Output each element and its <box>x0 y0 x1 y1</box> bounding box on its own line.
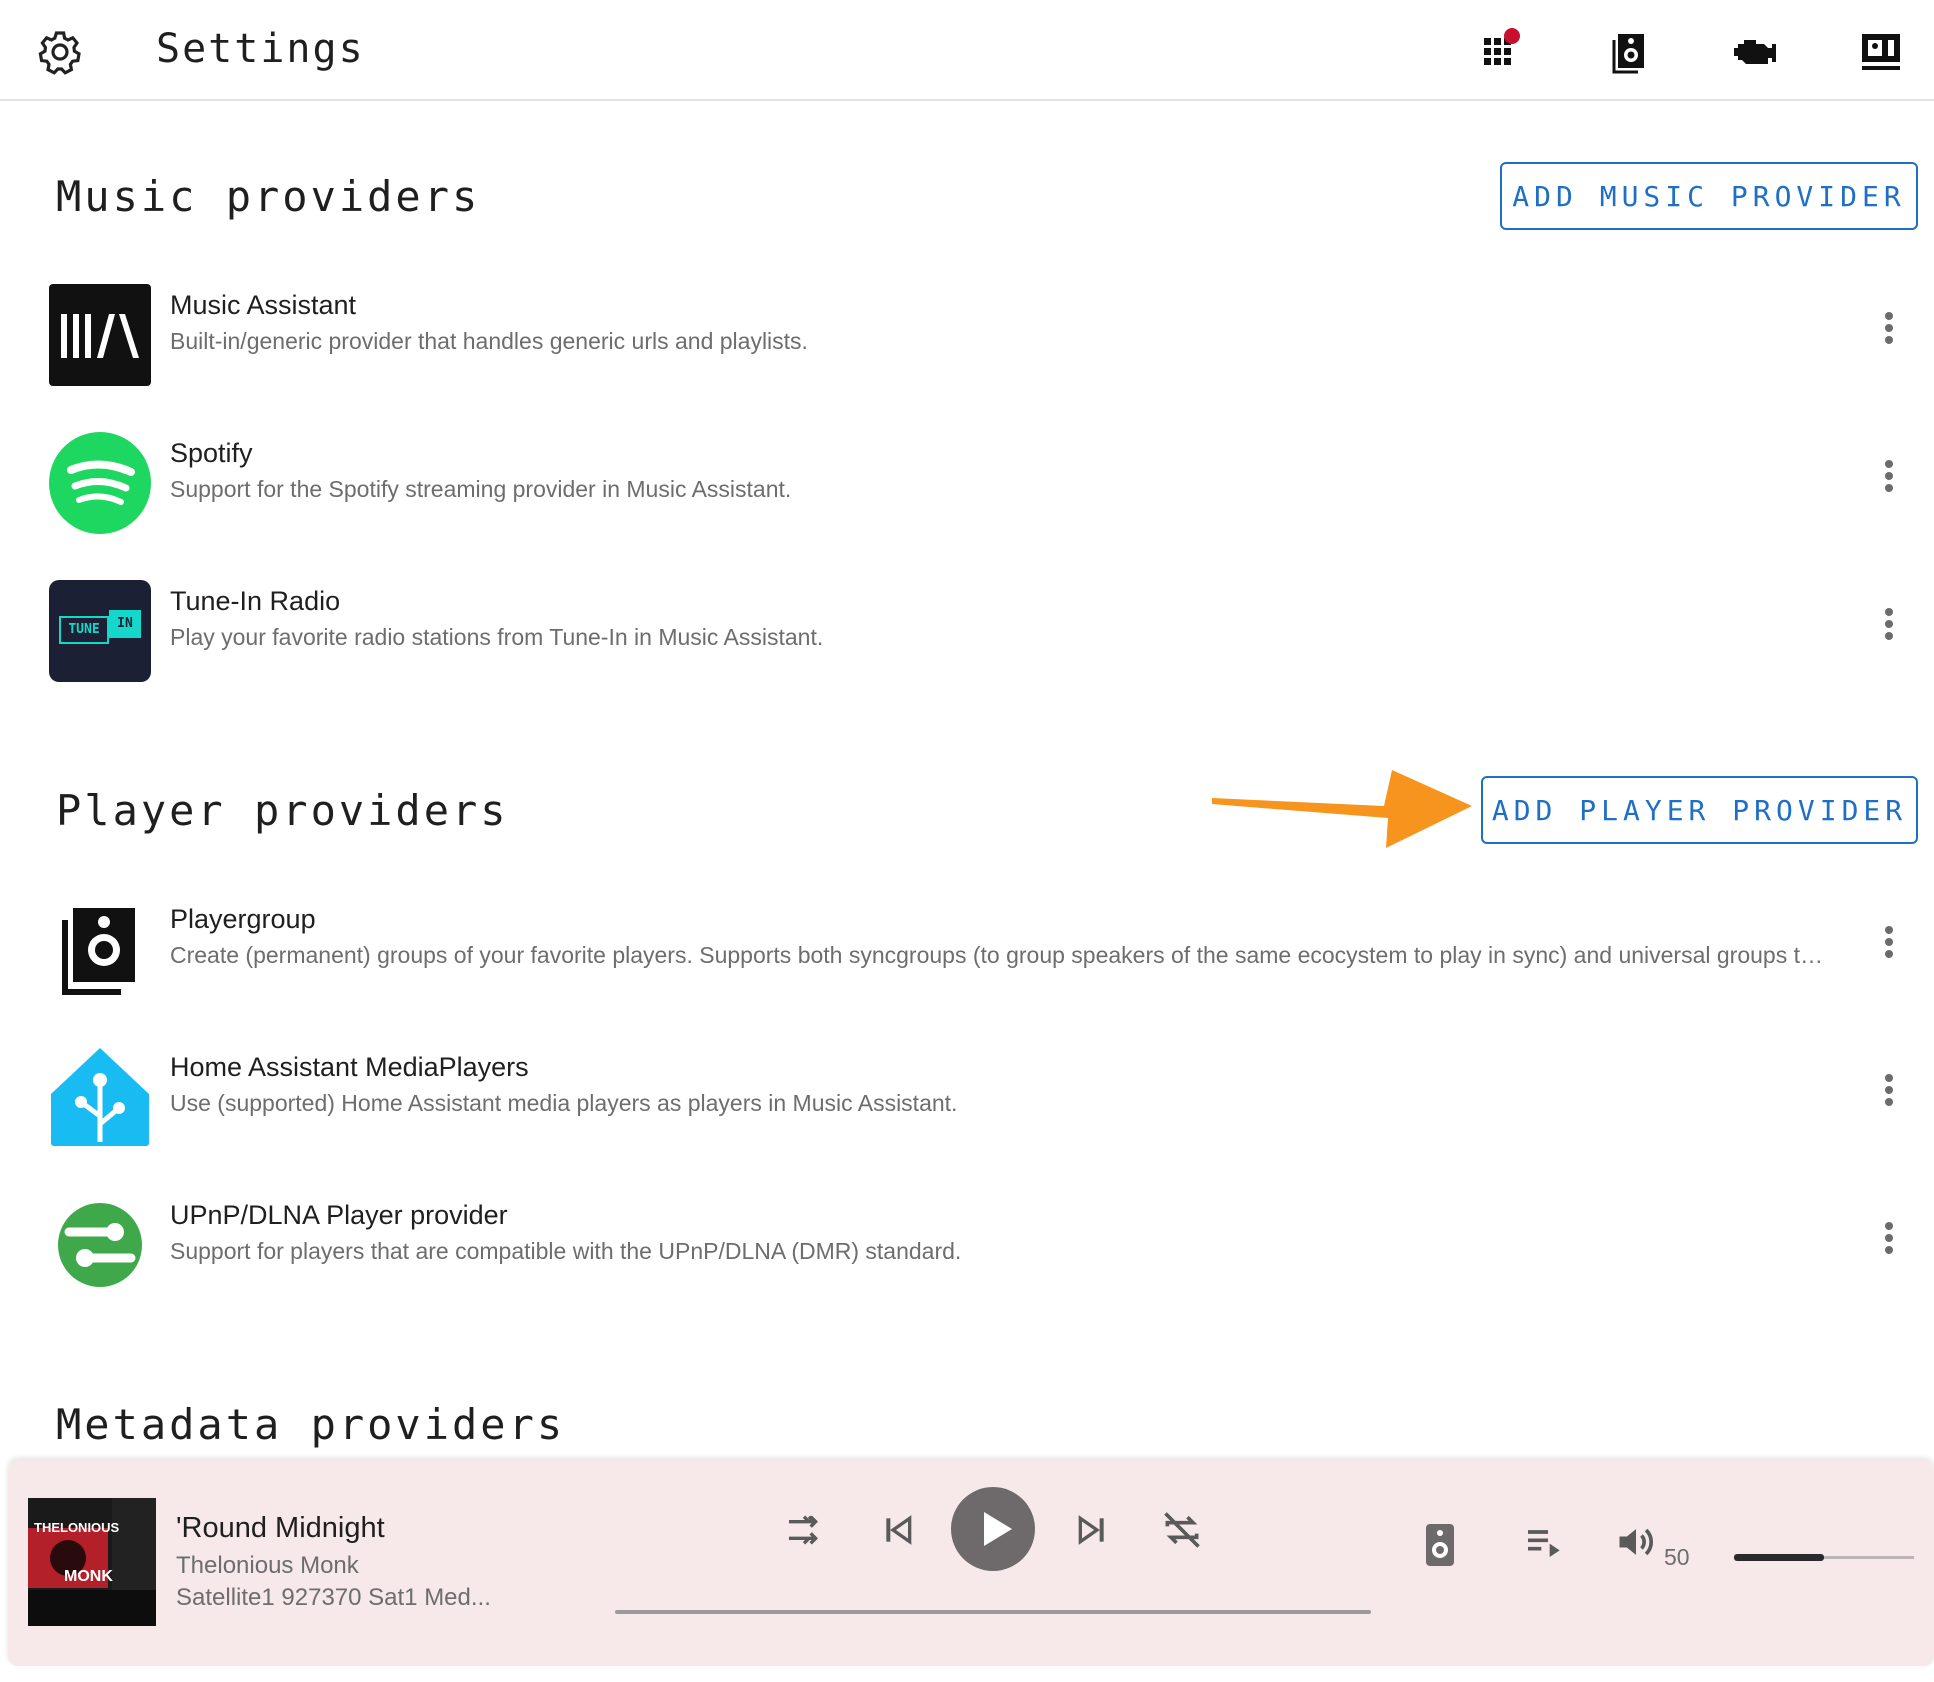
provider-name: UPnP/DLNA Player provider <box>170 1200 508 1230</box>
metadata-providers-title: Metadata providers <box>56 1400 566 1449</box>
top-bar: Settings <box>0 0 1934 101</box>
spotify-logo <box>49 432 151 534</box>
provider-name: Spotify <box>170 438 253 468</box>
volume-level: 50 <box>1664 1544 1690 1570</box>
orange-arrow-annotation <box>1212 770 1472 848</box>
queue-icon[interactable] <box>1520 1522 1566 1562</box>
shuffle-icon[interactable] <box>784 1510 824 1550</box>
progress-bar[interactable] <box>615 1610 1371 1614</box>
provider-description: Use (supported) Home Assistant media pla… <box>170 1090 958 1116</box>
provider-row-playergroup[interactable]: Playergroup Create (permanent) groups of… <box>0 874 1934 1014</box>
tunein-logo-tune: TUNE <box>59 616 109 644</box>
player-speaker-icon[interactable] <box>1420 1520 1460 1570</box>
track-artist[interactable]: Thelonious Monk <box>176 1552 359 1580</box>
add-music-provider-button[interactable]: ADD MUSIC PROVIDER <box>1500 162 1918 230</box>
provider-row-home-assistant[interactable]: Home Assistant MediaPlayers Use (support… <box>0 1022 1934 1162</box>
now-playing-bar: THELONIOUS MONK 'Round Midnight Thelonio… <box>8 1460 1934 1666</box>
previous-icon[interactable] <box>878 1510 918 1550</box>
speaker-icon[interactable] <box>1606 26 1656 76</box>
provider-name: Music Assistant <box>170 290 357 320</box>
more-options-icon[interactable] <box>1874 604 1904 654</box>
player-source: Satellite1 927370 Sat1 Med... <box>176 1584 491 1611</box>
more-options-icon[interactable] <box>1874 456 1904 506</box>
next-icon[interactable] <box>1072 1510 1112 1550</box>
volume-icon[interactable] <box>1614 1520 1658 1564</box>
volume-slider[interactable] <box>1734 1554 1914 1561</box>
display-icon[interactable] <box>1856 26 1906 76</box>
repeat-off-icon[interactable] <box>1160 1508 1204 1552</box>
home-assistant-logo <box>49 1046 151 1148</box>
cover-text-artist: THELONIOUS <box>34 1520 120 1535</box>
page-title: Settings <box>156 26 365 72</box>
provider-row-tunein[interactable]: TUNE IN Tune-In Radio Play your favorite… <box>0 556 1934 696</box>
provider-name: Home Assistant MediaPlayers <box>170 1052 529 1082</box>
provider-name: Tune-In Radio <box>170 586 341 616</box>
provider-description: Built-in/generic provider that handles g… <box>170 328 808 354</box>
album-cover[interactable]: THELONIOUS MONK <box>28 1498 156 1626</box>
tunein-logo: TUNE IN <box>49 580 151 682</box>
more-options-icon[interactable] <box>1874 1218 1904 1268</box>
tunein-logo-in: IN <box>109 610 141 638</box>
more-options-icon[interactable] <box>1874 1070 1904 1120</box>
provider-row-spotify[interactable]: Spotify Support for the Spotify streamin… <box>0 408 1934 548</box>
cover-text-monk: MONK <box>64 1568 113 1585</box>
track-title[interactable]: 'Round Midnight <box>176 1512 385 1545</box>
provider-description: Support for players that are compatible … <box>170 1238 962 1264</box>
engine-icon[interactable] <box>1730 26 1780 76</box>
provider-name: Playergroup <box>170 904 316 934</box>
music-assistant-logo <box>49 284 151 386</box>
play-button[interactable] <box>950 1486 1036 1572</box>
apps-icon[interactable] <box>1478 26 1528 76</box>
upnp-logo <box>49 1194 151 1296</box>
notification-badge <box>1504 28 1520 44</box>
provider-description: Support for the Spotify streaming provid… <box>170 476 792 502</box>
music-providers-title: Music providers <box>56 172 481 221</box>
player-providers-title: Player providers <box>56 786 509 835</box>
add-player-provider-button[interactable]: ADD PLAYER PROVIDER <box>1481 776 1918 844</box>
more-options-icon[interactable] <box>1874 922 1904 972</box>
more-options-icon[interactable] <box>1874 308 1904 358</box>
playergroup-logo <box>49 898 151 1000</box>
provider-row-upnp[interactable]: UPnP/DLNA Player provider Support for pl… <box>0 1170 1934 1310</box>
gear-icon[interactable] <box>36 28 84 76</box>
provider-row-music-assistant[interactable]: Music Assistant Built-in/generic provide… <box>0 260 1934 400</box>
provider-description: Create (permanent) groups of your favori… <box>170 942 1834 968</box>
volume-slider-fill <box>1734 1554 1824 1561</box>
provider-description: Play your favorite radio stations from T… <box>170 624 824 650</box>
